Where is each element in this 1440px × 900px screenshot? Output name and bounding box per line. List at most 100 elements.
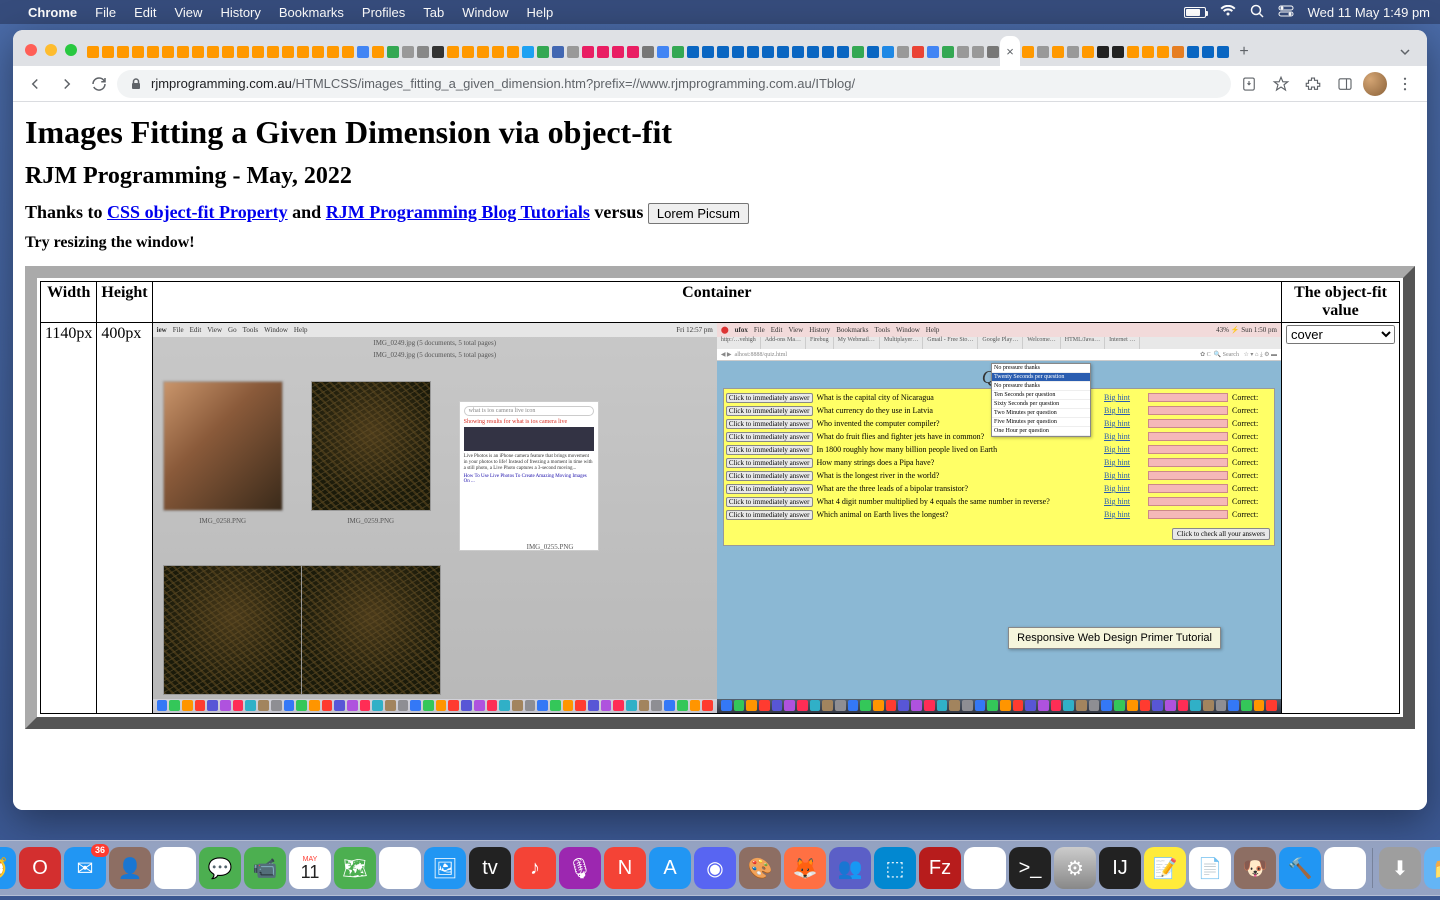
browser-tab[interactable] <box>1125 38 1140 66</box>
browser-tab[interactable] <box>895 38 910 66</box>
menubar-help[interactable]: Help <box>527 5 554 20</box>
browser-tab[interactable] <box>955 38 970 66</box>
browser-tab[interactable] <box>160 38 175 66</box>
browser-tab[interactable] <box>535 38 550 66</box>
browser-tab[interactable] <box>1155 38 1170 66</box>
lorem-picsum-button[interactable]: Lorem Picsum <box>648 203 749 224</box>
browser-tab[interactable] <box>505 38 520 66</box>
dock-xcode[interactable]: 🔨 <box>1279 847 1321 889</box>
profile-avatar[interactable] <box>1363 72 1387 96</box>
browser-tab[interactable] <box>940 38 955 66</box>
browser-tab[interactable] <box>550 38 565 66</box>
browser-tab[interactable] <box>715 38 730 66</box>
dock-maps[interactable]: 🗺 <box>334 847 376 889</box>
back-button[interactable] <box>21 70 49 98</box>
browser-tab[interactable] <box>295 38 310 66</box>
browser-tab[interactable] <box>430 38 445 66</box>
dock-discord[interactable]: ◉ <box>694 847 736 889</box>
dock-brackets[interactable]: {B} <box>964 847 1006 889</box>
browser-tab[interactable] <box>625 38 640 66</box>
dock-tv[interactable]: tv <box>469 847 511 889</box>
browser-tab[interactable] <box>865 38 880 66</box>
dock-filezilla[interactable]: Fz <box>919 847 961 889</box>
dock-firefox[interactable]: 🦊 <box>784 847 826 889</box>
menubar-tab[interactable]: Tab <box>423 5 444 20</box>
side-panel-icon[interactable] <box>1331 70 1359 98</box>
browser-tab[interactable] <box>325 38 340 66</box>
window-minimize-button[interactable] <box>45 44 57 56</box>
browser-tab[interactable] <box>880 38 895 66</box>
browser-tab[interactable] <box>655 38 670 66</box>
browser-tab[interactable] <box>820 38 835 66</box>
browser-tab[interactable] <box>745 38 760 66</box>
dock-contacts[interactable]: 👤 <box>109 847 151 889</box>
chrome-menu-icon[interactable] <box>1391 70 1419 98</box>
dock-downloads[interactable]: ⬇ <box>1379 847 1421 889</box>
browser-tab[interactable] <box>520 38 535 66</box>
browser-tab[interactable] <box>460 38 475 66</box>
dock-chrome[interactable]: ◉ <box>1324 847 1366 889</box>
browser-tab[interactable] <box>1140 38 1155 66</box>
dock-news[interactable]: N <box>604 847 646 889</box>
browser-tab[interactable] <box>415 38 430 66</box>
battery-icon[interactable] <box>1184 7 1206 18</box>
dock-facetime[interactable]: 📹 <box>244 847 286 889</box>
browser-tab[interactable] <box>235 38 250 66</box>
browser-tab[interactable] <box>400 38 415 66</box>
wifi-icon[interactable] <box>1220 5 1236 20</box>
browser-tab[interactable] <box>985 38 1000 66</box>
browser-tab[interactable] <box>700 38 715 66</box>
menubar-window[interactable]: Window <box>462 5 508 20</box>
control-center-icon[interactable] <box>1278 5 1294 20</box>
browser-tab[interactable] <box>565 38 580 66</box>
link-rjm-blog[interactable]: RJM Programming Blog Tutorials <box>326 202 590 222</box>
reload-button[interactable] <box>85 70 113 98</box>
browser-tab[interactable] <box>130 38 145 66</box>
dock-podcasts[interactable]: 🎙 <box>559 847 601 889</box>
browser-tab[interactable] <box>1095 38 1110 66</box>
browser-tab[interactable] <box>370 38 385 66</box>
browser-tab[interactable] <box>925 38 940 66</box>
forward-button[interactable] <box>53 70 81 98</box>
browser-tab[interactable] <box>250 38 265 66</box>
object-fit-select[interactable]: cover <box>1286 325 1395 344</box>
browser-tab[interactable] <box>1185 38 1200 66</box>
browser-tab[interactable] <box>220 38 235 66</box>
dock-photos[interactable]: ❀ <box>379 847 421 889</box>
menubar-bookmarks[interactable]: Bookmarks <box>279 5 344 20</box>
dock-calendar[interactable]: MAY11 <box>289 847 331 889</box>
browser-tab[interactable] <box>730 38 745 66</box>
browser-tab[interactable] <box>445 38 460 66</box>
menubar-history[interactable]: History <box>220 5 260 20</box>
browser-tab[interactable] <box>775 38 790 66</box>
browser-tab[interactable] <box>1200 38 1215 66</box>
install-app-icon[interactable] <box>1235 70 1263 98</box>
dock-intellij[interactable]: IJ <box>1099 847 1141 889</box>
browser-tab[interactable] <box>340 38 355 66</box>
bookmark-star-icon[interactable] <box>1267 70 1295 98</box>
browser-tab[interactable] <box>970 38 985 66</box>
dock-notes[interactable]: 📝 <box>1144 847 1186 889</box>
dock-reminders[interactable]: ≡ <box>154 847 196 889</box>
browser-tab[interactable] <box>790 38 805 66</box>
browser-tab[interactable] <box>100 38 115 66</box>
menubar-app-name[interactable]: Chrome <box>28 5 77 20</box>
browser-tab[interactable] <box>760 38 775 66</box>
dock-mail[interactable]: ✉36 <box>64 847 106 889</box>
address-bar[interactable]: rjmprogramming.com.au/HTMLCSS/images_fit… <box>117 70 1231 98</box>
browser-tab[interactable] <box>1035 38 1050 66</box>
menubar-edit[interactable]: Edit <box>134 5 156 20</box>
browser-tab[interactable] <box>280 38 295 66</box>
browser-tab[interactable] <box>1170 38 1185 66</box>
browser-tab[interactable] <box>85 38 100 66</box>
extensions-icon[interactable] <box>1299 70 1327 98</box>
window-zoom-button[interactable] <box>65 44 77 56</box>
browser-tab[interactable] <box>355 38 370 66</box>
dock-messages[interactable]: 💬 <box>199 847 241 889</box>
browser-tab[interactable] <box>205 38 220 66</box>
menubar-file[interactable]: File <box>95 5 116 20</box>
spotlight-icon[interactable] <box>1250 4 1264 21</box>
browser-tab[interactable] <box>175 38 190 66</box>
browser-tab[interactable] <box>595 38 610 66</box>
browser-tab[interactable] <box>805 38 820 66</box>
